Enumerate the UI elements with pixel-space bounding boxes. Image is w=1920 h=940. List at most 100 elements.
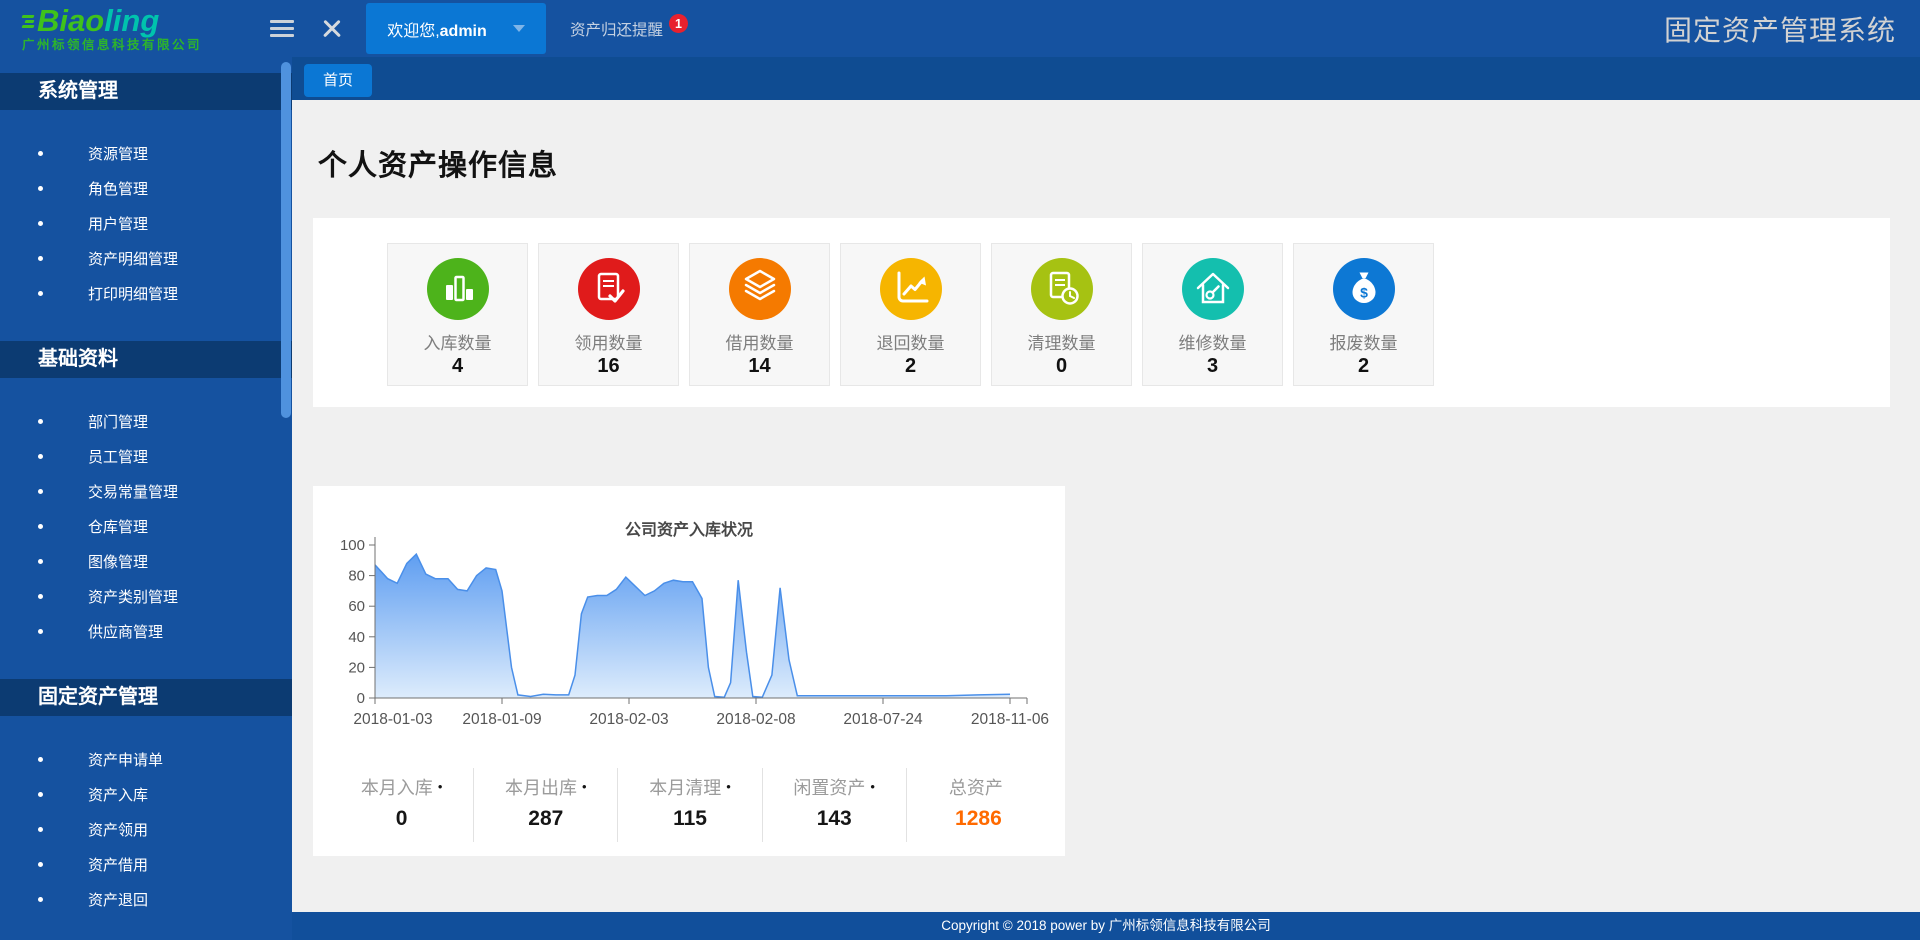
bullet-icon (38, 151, 43, 156)
document-check-icon (578, 258, 640, 320)
tile-label: 借用数量 (690, 329, 829, 354)
notification-badge: 1 (669, 14, 688, 33)
bullet-icon (38, 559, 43, 564)
sidebar-section-fixed-asset-items: 资产申请单 资产入库 资产领用 资产借用 资产退回 (0, 716, 292, 917)
stat-value: 143 (763, 807, 906, 831)
reminder-label: 资产归还提醒 (570, 18, 663, 40)
bar-chart-icon (427, 258, 489, 320)
bullet-icon (38, 221, 43, 226)
sidebar-section-system-items: 资源管理 角色管理 用户管理 资产明细管理 打印明细管理 (0, 110, 292, 311)
bullet-icon (38, 757, 43, 762)
svg-text:2018-01-09: 2018-01-09 (462, 711, 541, 728)
sidebar-scrollbar-thumb[interactable] (281, 62, 291, 418)
bullet-icon (38, 792, 43, 797)
bullet-icon (38, 897, 43, 902)
stat-dot-icon: • (582, 779, 587, 794)
sidebar-item-user-mgmt[interactable]: 用户管理 (0, 206, 292, 241)
sidebar-item-warehouse-mgmt[interactable]: 仓库管理 (0, 509, 292, 544)
svg-text:2018-07-24: 2018-07-24 (843, 711, 923, 728)
app-window: Biaoling 广州标领信息科技有限公司 欢迎您,admin 资产归还提醒 1… (0, 0, 1920, 940)
tile-label: 退回数量 (841, 329, 980, 354)
company-logo: Biaoling 广州标领信息科技有限公司 (22, 5, 260, 52)
svg-text:2018-02-03: 2018-02-03 (589, 711, 668, 728)
bullet-icon (38, 594, 43, 599)
bullet-icon (38, 629, 43, 634)
svg-text:2018-02-08: 2018-02-08 (716, 711, 795, 728)
tile-borrow-count: 借用数量 14 (689, 243, 830, 386)
main-content: 个人资产操作信息 入库数量 4 (292, 100, 1920, 912)
sidebar-item-print-detail-mgmt[interactable]: 打印明细管理 (0, 276, 292, 311)
layers-icon (729, 258, 791, 320)
svg-text:60: 60 (348, 598, 365, 615)
tile-icon-circle: $ (1333, 258, 1395, 320)
tile-label: 报废数量 (1294, 329, 1433, 354)
tile-repair-count: 维修数量 3 (1142, 243, 1283, 386)
bullet-icon (38, 186, 43, 191)
copyright-text: Copyright © 2018 power by 广州标领信息科技有限公司 (941, 918, 1271, 933)
sidebar: 系统管理 资源管理 角色管理 用户管理 资产明细管理 打印明细管理 基础资料 部… (0, 57, 292, 940)
svg-text:0: 0 (357, 690, 365, 707)
sidebar-section-basic-data-items: 部门管理 员工管理 交易常量管理 仓库管理 图像管理 资产类别管理 供应商管理 (0, 378, 292, 649)
chevron-down-icon (513, 25, 525, 32)
sidebar-item-asset-category-mgmt[interactable]: 资产类别管理 (0, 579, 292, 614)
bullet-icon (38, 862, 43, 867)
house-repair-icon (1182, 258, 1244, 320)
sidebar-item-asset-borrow[interactable]: 资产借用 (0, 847, 292, 882)
tile-value: 4 (388, 355, 527, 378)
tile-label: 入库数量 (388, 329, 527, 354)
stat-dot-icon: • (726, 779, 731, 794)
footer: Copyright © 2018 power by 广州标领信息科技有限公司 (292, 912, 1920, 940)
tile-icon-circle (880, 258, 942, 320)
bullet-icon (38, 827, 43, 832)
document-clock-icon (1031, 258, 1093, 320)
sidebar-item-resource-mgmt[interactable]: 资源管理 (0, 136, 292, 171)
close-icon[interactable] (320, 17, 344, 41)
sidebar-item-transaction-constant-mgmt[interactable]: 交易常量管理 (0, 474, 292, 509)
tile-inbound-count: 入库数量 4 (387, 243, 528, 386)
sidebar-section-basic-data[interactable]: 基础资料 (0, 341, 292, 378)
logo-wordmark: Biaoling (37, 5, 159, 36)
stat-month-outbound: 本月出库• 287 (474, 768, 618, 842)
tile-cleanup-count: 清理数量 0 (991, 243, 1132, 386)
tile-icon-circle (427, 258, 489, 320)
svg-text:80: 80 (348, 568, 365, 585)
bullet-icon (38, 256, 43, 261)
sidebar-item-asset-requisition[interactable]: 资产领用 (0, 812, 292, 847)
tile-value: 2 (841, 355, 980, 378)
sidebar-item-asset-detail-mgmt[interactable]: 资产明细管理 (0, 241, 292, 276)
tile-icon-circle (1182, 258, 1244, 320)
tab-bar: 首页 (292, 57, 1920, 100)
stat-month-cleanup: 本月清理• 115 (618, 768, 762, 842)
asset-operation-card: 入库数量 4 领用数量 16 (313, 218, 1890, 407)
tile-icon-circle (729, 258, 791, 320)
svg-text:2018-11-06: 2018-11-06 (971, 711, 1049, 728)
tile-label: 清理数量 (992, 329, 1131, 354)
sidebar-item-department-mgmt[interactable]: 部门管理 (0, 404, 292, 439)
user-menu-button[interactable]: 欢迎您,admin (366, 3, 546, 54)
sidebar-item-image-mgmt[interactable]: 图像管理 (0, 544, 292, 579)
sidebar-item-asset-inbound[interactable]: 资产入库 (0, 777, 292, 812)
tab-home[interactable]: 首页 (304, 64, 372, 97)
menu-toggle-icon[interactable] (270, 16, 294, 41)
sidebar-item-role-mgmt[interactable]: 角色管理 (0, 171, 292, 206)
stat-value: 1286 (907, 807, 1050, 831)
tile-requisition-count: 领用数量 16 (538, 243, 679, 386)
bullet-icon (38, 489, 43, 494)
sidebar-section-system[interactable]: 系统管理 (0, 73, 292, 110)
logo-company-name: 广州标领信息科技有限公司 (22, 39, 260, 52)
sidebar-item-supplier-mgmt[interactable]: 供应商管理 (0, 614, 292, 649)
sidebar-item-employee-mgmt[interactable]: 员工管理 (0, 439, 292, 474)
sidebar-section-fixed-asset[interactable]: 固定资产管理 (0, 679, 292, 716)
sidebar-item-asset-request[interactable]: 资产申请单 (0, 742, 292, 777)
page-title: 个人资产操作信息 (318, 142, 558, 184)
tile-icon-circle (1031, 258, 1093, 320)
tile-value: 14 (690, 355, 829, 378)
tile-return-count: 退回数量 2 (840, 243, 981, 386)
sidebar-item-asset-return[interactable]: 资产退回 (0, 882, 292, 917)
stat-tiles-row: 入库数量 4 领用数量 16 (313, 218, 1890, 386)
bullet-icon (38, 454, 43, 459)
asset-return-reminder-link[interactable]: 资产归还提醒 1 (570, 18, 688, 40)
tile-value: 0 (992, 355, 1131, 378)
asset-stats-row: 本月入库• 0 本月出库• 287 本月清理• 115 闲置资产• 143 总资… (330, 768, 1050, 842)
stat-value: 0 (330, 807, 473, 831)
